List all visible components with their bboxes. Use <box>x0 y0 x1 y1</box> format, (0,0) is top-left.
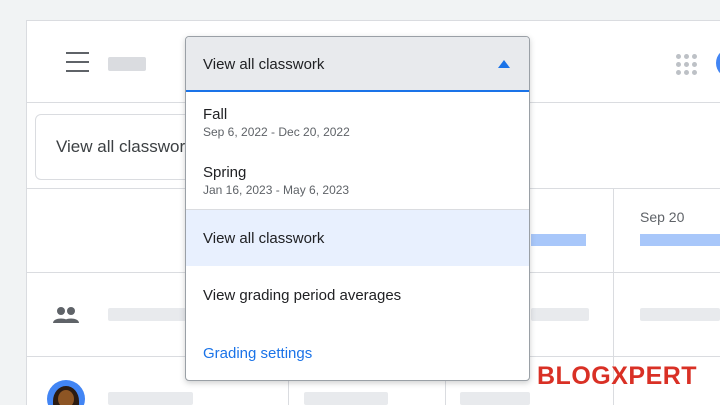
hamburger-menu-icon[interactable] <box>66 52 90 74</box>
assignment-bar[interactable] <box>640 234 720 246</box>
dropdown-header[interactable]: View all classwork <box>186 37 529 92</box>
dropdown-selected-label: View all classwork <box>203 56 325 73</box>
class-title-placeholder <box>108 57 146 71</box>
grading-period-dropdown: View all classwork Fall Sep 6, 2022 - De… <box>185 36 530 381</box>
option-fall[interactable]: Fall Sep 6, 2022 - Dec 20, 2022 <box>186 94 529 144</box>
grade-placeholder <box>460 392 530 405</box>
option-view-all-classwork[interactable]: View all classwork <box>186 210 529 266</box>
option-label: Fall <box>203 106 228 123</box>
grade-placeholder <box>108 308 186 321</box>
option-grading-settings[interactable]: Grading settings <box>186 325 529 380</box>
option-label: View all classwork <box>203 230 325 247</box>
option-dates: Sep 6, 2022 - Dec 20, 2022 <box>203 125 350 139</box>
caret-up-icon <box>498 60 510 68</box>
grade-placeholder <box>304 392 388 405</box>
people-icon <box>52 306 80 324</box>
option-spring[interactable]: Spring Jan 16, 2023 - May 6, 2023 <box>186 153 529 209</box>
column-date-label: Sep 20 <box>640 209 685 225</box>
option-label: View grading period averages <box>203 287 402 304</box>
grade-placeholder <box>531 308 589 321</box>
option-view-grading-period-averages[interactable]: View grading period averages <box>186 267 529 323</box>
watermark-logo: BLOGXPERT <box>537 362 698 390</box>
option-label: Grading settings <box>203 345 313 362</box>
option-dates: Jan 16, 2023 - May 6, 2023 <box>203 183 350 197</box>
option-label: Spring <box>203 164 247 181</box>
grade-placeholder <box>640 308 720 321</box>
apps-grid-icon[interactable] <box>676 54 697 75</box>
student-name-placeholder <box>108 392 193 405</box>
assignment-bar[interactable] <box>531 234 586 246</box>
